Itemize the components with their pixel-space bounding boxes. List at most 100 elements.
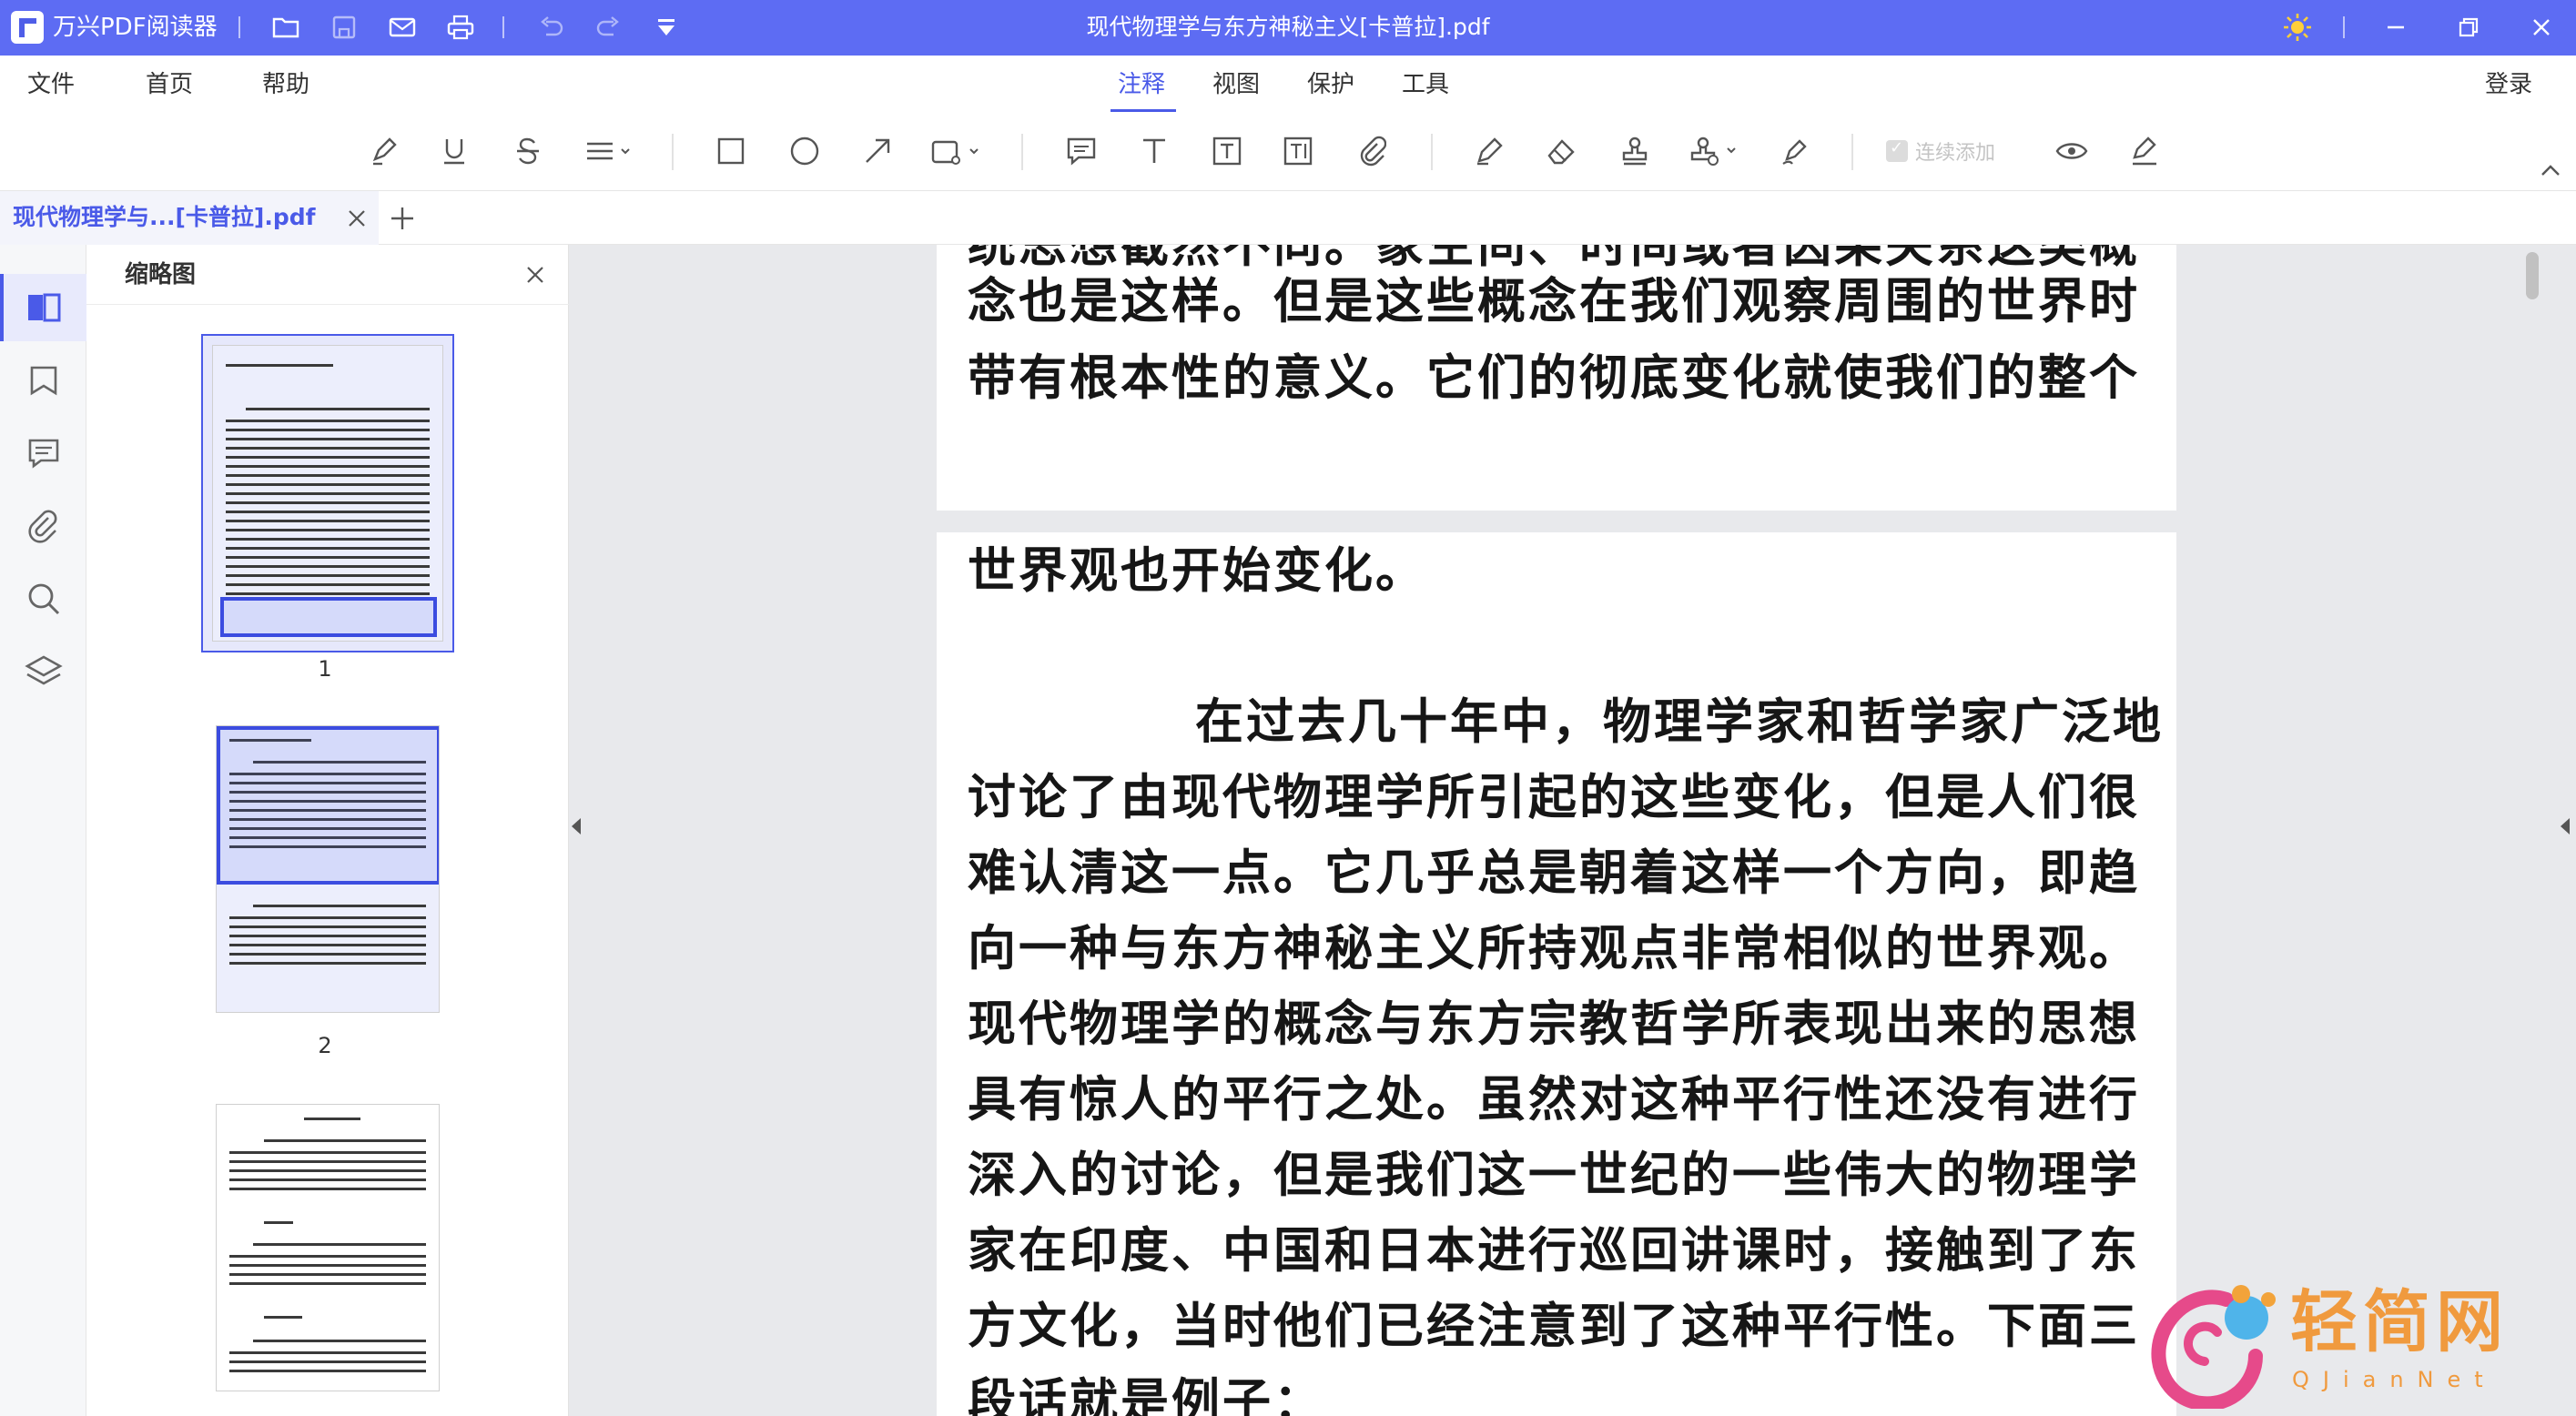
divider — [502, 16, 504, 38]
attachment-icon[interactable] — [0, 492, 86, 560]
login-link[interactable]: 登录 — [2485, 70, 2532, 99]
save-icon[interactable] — [328, 11, 360, 44]
expand-right-panel-icon[interactable] — [2561, 818, 2570, 834]
menu-help[interactable]: 帮助 — [262, 70, 309, 99]
thumbnail-page — [216, 1104, 440, 1391]
rectangle-icon[interactable] — [709, 129, 753, 173]
page-text-line: 带有根本性的意义。它们的彻底变化就使我们的整个 — [968, 349, 2140, 406]
signature-icon[interactable] — [1773, 129, 1817, 173]
divider — [672, 134, 674, 170]
document-tab[interactable]: 现代物理学与...[卡普拉].pdf — [0, 191, 379, 245]
attachment-icon[interactable] — [1351, 129, 1394, 173]
page-text-line: 难认清这一点。它几乎总是朝着这样一个方向，即趋 — [968, 845, 2140, 901]
new-tab-icon[interactable] — [386, 202, 419, 235]
comment-icon[interactable] — [0, 420, 86, 487]
shape-dropdown-icon[interactable] — [927, 129, 990, 173]
checkbox-icon — [1886, 138, 1908, 162]
document-tab-label: 现代物理学与...[卡普拉].pdf — [13, 204, 316, 230]
thumbnail-page-number: 1 — [318, 656, 332, 682]
email-icon[interactable] — [386, 11, 419, 44]
page-text-line: 具有惊人的平行之处。虽然对这种平行性还没有进行 — [968, 1071, 2140, 1128]
eye-icon[interactable] — [2050, 129, 2094, 173]
stamp-icon[interactable] — [1613, 129, 1657, 173]
annotation-toolbar: 连续添加 — [0, 112, 2576, 190]
pencil-icon[interactable] — [1467, 129, 1511, 173]
collapse-ribbon-icon[interactable] — [2534, 154, 2567, 187]
page-text-line: 在过去几十年中，物理学家和哲学家广泛地 — [1195, 693, 2164, 750]
tab-tools[interactable]: 工具 — [1402, 70, 1449, 99]
customize-dropdown-icon[interactable] — [650, 11, 683, 44]
collapse-sidebar-icon[interactable] — [572, 818, 581, 834]
undo-icon[interactable] — [535, 11, 568, 44]
theme-sun-icon[interactable] — [2281, 11, 2314, 44]
page-text-line: 讨论了由现代物理学所引起的这些变化，但是人们很 — [968, 769, 2140, 825]
divider — [1431, 134, 1433, 170]
eraser-icon[interactable] — [1538, 129, 1582, 173]
arrow-icon[interactable] — [856, 129, 899, 173]
menu-file[interactable]: 文件 — [27, 70, 75, 99]
close-panel-icon[interactable] — [520, 259, 551, 290]
tab-view[interactable]: 视图 — [1212, 70, 1260, 99]
restore-icon[interactable] — [2452, 11, 2485, 44]
window-title: 现代物理学与东方神秘主义[卡普拉].pdf — [1086, 14, 1490, 40]
watermark-logo-icon — [2151, 1285, 2276, 1409]
menu-bar: 文件 首页 帮助 注释 视图 保护 工具 登录 — [0, 56, 2576, 112]
thumbnail-panel-title: 缩略图 — [125, 261, 197, 288]
menu-home[interactable]: 首页 — [146, 70, 193, 99]
thumbnail-item[interactable] — [216, 725, 440, 1013]
folder-icon[interactable] — [269, 11, 302, 44]
minimize-icon[interactable] — [2379, 11, 2412, 44]
page-text-line: 段话就是例子： — [968, 1373, 1324, 1416]
page-text-line: 现代物理学的概念与东方宗教哲学所表现出来的思想 — [968, 996, 2140, 1052]
edit-annotation-icon[interactable] — [2123, 129, 2166, 173]
stamp-dropdown-icon[interactable] — [1686, 129, 1744, 173]
divider — [238, 16, 240, 38]
ellipse-icon[interactable] — [783, 129, 827, 173]
sticky-note-icon[interactable] — [1060, 129, 1103, 173]
site-watermark: 轻简网 QJianNet — [2139, 1272, 2567, 1409]
continuous-add-toggle[interactable]: 连续添加 — [1886, 137, 1995, 166]
page-text-line: 念也是这样。但是这些概念在我们观察周围的世界时 — [968, 273, 2140, 329]
pdf-page: 世界观也开始变化。 在过去几十年中，物理学家和哲学家广泛地 讨论了由现代物理学所… — [937, 532, 2176, 1416]
visible-area-highlight — [220, 597, 437, 637]
strikethrough-icon[interactable] — [506, 129, 550, 173]
text-box-icon[interactable] — [1205, 129, 1249, 173]
thumbnail-item[interactable] — [216, 1104, 440, 1391]
document-tab-bar: 现代物理学与...[卡普拉].pdf — [0, 190, 2576, 245]
redo-icon[interactable] — [592, 11, 624, 44]
continuous-add-label: 连续添加 — [1915, 142, 1996, 165]
page-text-line: 向一种与东方神秘主义所持观点非常相似的世界观。 — [968, 920, 2140, 976]
divider — [1851, 134, 1853, 170]
pdf-page: 统思想截然不同。象空间、时间或者因果关系这类概 念也是这样。但是这些概念在我们观… — [937, 245, 2176, 511]
thumbnail-item[interactable] — [201, 334, 454, 652]
underline-icon[interactable] — [432, 129, 476, 173]
callout-icon[interactable] — [1278, 129, 1322, 173]
title-bar: 万兴PDF阅读器 现代物理学与东方神秘主义[卡普拉].pdf — [0, 0, 2576, 56]
page-text-line: 统思想截然不同。象空间、时间或者因果关系这类概 — [968, 245, 2140, 273]
app-name: 万兴PDF阅读器 — [53, 14, 218, 41]
thumbnail-page-number: 2 — [318, 1033, 332, 1058]
search-icon[interactable] — [0, 565, 86, 632]
thumbnail-page — [216, 725, 440, 1013]
thumbnails-icon[interactable] — [0, 274, 86, 341]
thumbnail-panel: 缩略图 1 2 — [86, 245, 569, 1416]
watermark-subtext: QJianNet — [2292, 1367, 2497, 1392]
tab-annotate[interactable]: 注释 — [1118, 70, 1165, 99]
highlight-icon[interactable] — [361, 129, 405, 173]
line-style-dropdown-icon[interactable] — [579, 129, 643, 173]
vertical-scrollbar[interactable] — [2526, 252, 2539, 299]
visible-area-highlight — [217, 726, 439, 885]
page-text-line: 世界观也开始变化。 — [968, 542, 1426, 599]
thumbnail-page — [212, 345, 443, 642]
close-icon[interactable] — [2525, 11, 2558, 44]
close-tab-icon[interactable] — [340, 202, 373, 235]
print-icon[interactable] — [444, 11, 477, 44]
bookmark-icon[interactable] — [0, 347, 86, 414]
document-viewer[interactable]: 统思想截然不同。象空间、时间或者因果关系这类概 念也是这样。但是这些概念在我们观… — [569, 245, 2576, 1416]
text-icon[interactable] — [1132, 129, 1176, 173]
tab-protect[interactable]: 保护 — [1307, 70, 1354, 99]
divider — [1021, 134, 1023, 170]
layers-icon[interactable] — [0, 638, 86, 705]
thumbnail-panel-header: 缩略图 — [86, 245, 569, 305]
page-text-line: 家在印度、中国和日本进行巡回讲课时，接触到了东 — [968, 1222, 2140, 1279]
